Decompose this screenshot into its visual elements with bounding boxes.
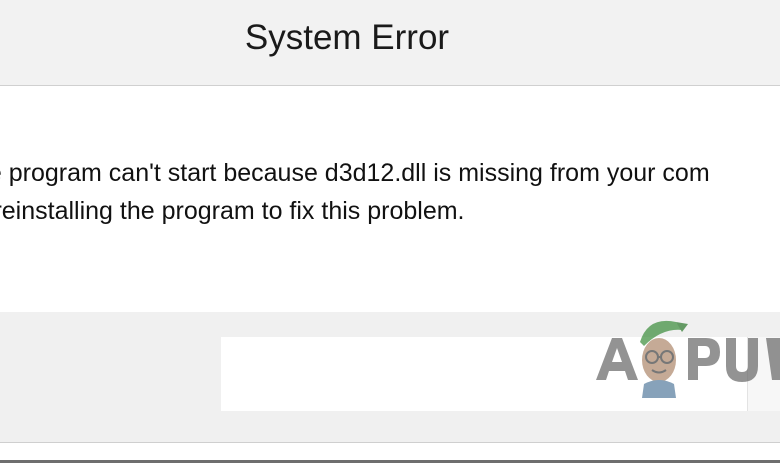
dialog-bottom-border — [0, 442, 780, 470]
error-message-line-1: he program can't start because d3d12.dll… — [0, 159, 710, 187]
system-error-dialog: System Error he program can't start beca… — [0, 0, 780, 470]
dialog-title: System Error — [244, 18, 450, 57]
error-message-line-2: y reinstalling the program to fix this p… — [0, 197, 465, 225]
appuals-watermark-logo — [590, 302, 780, 402]
dialog-title-bar[interactable]: System Error — [0, 0, 780, 86]
error-message: he program can't start because d3d12.dll… — [0, 154, 780, 230]
appuals-mascot-icon — [596, 320, 780, 398]
dialog-bottom-line — [0, 460, 780, 463]
